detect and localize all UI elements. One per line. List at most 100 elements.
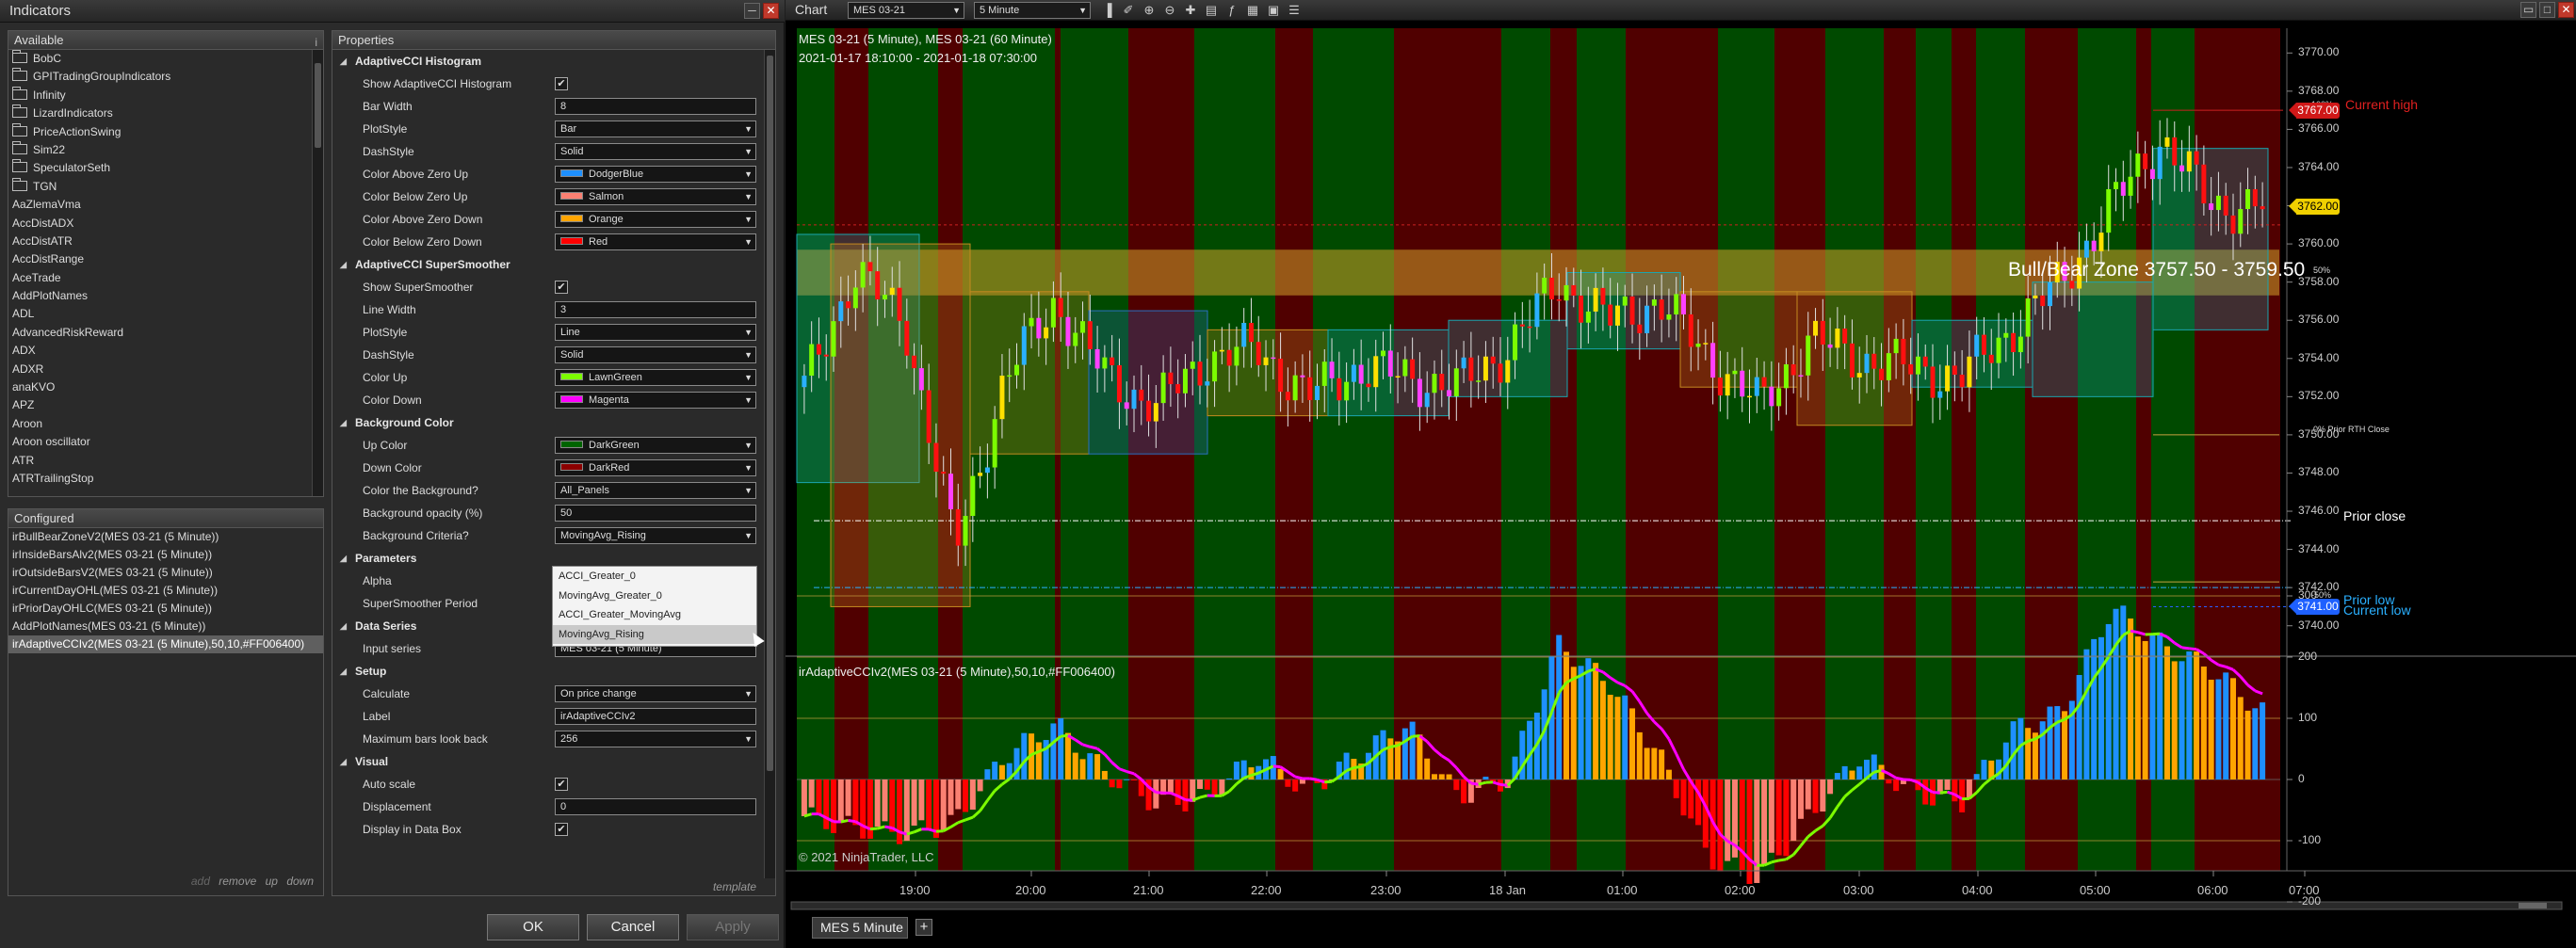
list-item[interactable]: AaZlemaVma bbox=[8, 196, 312, 214]
property-value[interactable]: DarkRed bbox=[555, 459, 756, 476]
ok-button[interactable]: OK bbox=[487, 914, 579, 940]
section-header[interactable]: AdaptiveCCI Histogram bbox=[332, 50, 764, 72]
section-header[interactable]: AdaptiveCCI SuperSmoother bbox=[332, 253, 764, 276]
chart-tab-mes-5-minute[interactable]: MES 5 Minute bbox=[812, 917, 908, 939]
crosshair-icon[interactable]: ✚ bbox=[1183, 3, 1198, 18]
list-item[interactable]: AdvancedRiskReward bbox=[8, 324, 312, 342]
property-value[interactable]: All_Panels bbox=[555, 482, 756, 499]
property-value[interactable]: Solid bbox=[555, 143, 756, 160]
property-value[interactable]: DodgerBlue bbox=[555, 166, 756, 183]
dropdown-option[interactable]: MovingAvg_Rising bbox=[553, 624, 756, 644]
interval-selector[interactable]: 5 Minute bbox=[974, 2, 1091, 19]
list-item[interactable]: ATR bbox=[8, 452, 312, 470]
properties-scrollbar[interactable] bbox=[764, 50, 775, 878]
maximize-icon[interactable]: □ bbox=[2539, 2, 2555, 18]
list-item[interactable]: GPITradingGroupIndicators bbox=[8, 68, 312, 86]
zoom-out-icon[interactable]: ⊖ bbox=[1162, 3, 1177, 18]
configured-item[interactable]: irBullBearZoneV2(MES 03-21 (5 Minute)) bbox=[8, 528, 323, 546]
configured-item[interactable]: AddPlotNames(MES 03-21 (5 Minute)) bbox=[8, 618, 323, 635]
list-item[interactable]: Infinity bbox=[8, 86, 312, 104]
list-item[interactable]: APZ bbox=[8, 396, 312, 414]
property-value[interactable]: Salmon bbox=[555, 188, 756, 205]
close-icon[interactable]: ✕ bbox=[763, 3, 779, 19]
scroll-thumb[interactable] bbox=[767, 56, 773, 771]
configured-item[interactable]: irAdaptiveCCIv2(MES 03-21 (5 Minute),50,… bbox=[8, 635, 323, 653]
dropdown-option[interactable]: MovingAvg_Greater_0 bbox=[553, 586, 756, 606]
instrument-selector[interactable]: MES 03-21 bbox=[848, 2, 964, 19]
indicators-icon[interactable]: ƒ bbox=[1224, 3, 1239, 18]
property-checkbox[interactable]: ✔ bbox=[555, 778, 568, 791]
chart-close-icon[interactable]: ✕ bbox=[2558, 2, 2574, 18]
add-tab-icon[interactable]: + bbox=[915, 919, 932, 936]
bars-icon[interactable]: ▐ bbox=[1100, 3, 1115, 18]
list-item[interactable]: ATRTrailingStop bbox=[8, 470, 312, 488]
list-item[interactable]: ADL bbox=[8, 305, 312, 323]
section-header[interactable]: Setup bbox=[332, 660, 764, 683]
zoom-in-icon[interactable]: ⊕ bbox=[1142, 3, 1157, 18]
list-item[interactable]: Aroon bbox=[8, 415, 312, 433]
list-item[interactable]: anaKVO bbox=[8, 378, 312, 396]
property-value[interactable]: On price change bbox=[555, 685, 756, 702]
property-value[interactable]: 256 bbox=[555, 731, 756, 747]
list-item[interactable]: ADX bbox=[8, 342, 312, 360]
list-item[interactable]: AceTrade bbox=[8, 269, 312, 287]
dropdown-option[interactable]: ACCI_Greater_MovingAvg bbox=[553, 605, 756, 625]
property-value[interactable]: Orange bbox=[555, 211, 756, 228]
property-checkbox[interactable]: ✔ bbox=[555, 77, 568, 90]
property-checkbox[interactable]: ✔ bbox=[555, 823, 568, 836]
apply-button[interactable]: Apply bbox=[687, 914, 779, 940]
list-item[interactable]: Aroon oscillator bbox=[8, 433, 312, 451]
property-value[interactable]: 8 bbox=[555, 98, 756, 115]
template-link[interactable]: template bbox=[713, 880, 756, 893]
property-value[interactable]: Bar bbox=[555, 121, 756, 137]
drawing-tool-icon[interactable]: ✐ bbox=[1121, 3, 1136, 18]
list-item[interactable]: SpeculatorSeth bbox=[8, 159, 312, 177]
list-item[interactable]: Sim22 bbox=[8, 140, 312, 159]
minimize-icon[interactable]: ─ bbox=[744, 3, 760, 19]
scroll-thumb[interactable] bbox=[315, 63, 321, 148]
restore-icon[interactable]: ▭ bbox=[2520, 2, 2536, 18]
add-link[interactable]: add bbox=[191, 875, 210, 888]
list-item[interactable]: PriceActionSwing bbox=[8, 122, 312, 141]
strategies-icon[interactable]: ▦ bbox=[1245, 3, 1260, 18]
list-item[interactable]: AccDistADX bbox=[8, 215, 312, 233]
section-header[interactable]: Background Color bbox=[332, 411, 764, 434]
property-value[interactable]: irAdaptiveCCIv2 bbox=[555, 708, 756, 725]
available-list[interactable]: BobC GPITradingGroupIndicators Infinity Liz… bbox=[8, 50, 312, 496]
property-value[interactable]: 0 bbox=[555, 798, 756, 815]
configured-item[interactable]: irPriorDayOHLC(MES 03-21 (5 Minute)) bbox=[8, 600, 323, 618]
dropdown-option[interactable]: ACCI_Greater_0 bbox=[553, 567, 756, 586]
configured-item[interactable]: irCurrentDayOHL(MES 03-21 (5 Minute)) bbox=[8, 582, 323, 600]
configured-list[interactable]: irBullBearZoneV2(MES 03-21 (5 Minute)) ir… bbox=[8, 528, 323, 653]
property-value[interactable]: Magenta bbox=[555, 392, 756, 409]
available-scrollbar[interactable] bbox=[312, 50, 323, 496]
remove-link[interactable]: remove bbox=[219, 875, 256, 888]
background-criteria-dropdown[interactable]: ACCI_Greater_0 MovingAvg_Greater_0 ACCI_Gr… bbox=[552, 566, 757, 647]
property-value[interactable]: MovingAvg_Rising bbox=[555, 527, 756, 544]
property-value[interactable]: 3 bbox=[555, 301, 756, 318]
section-header[interactable]: Visual bbox=[332, 750, 764, 773]
down-link[interactable]: down bbox=[286, 875, 314, 888]
property-value[interactable]: LawnGreen bbox=[555, 369, 756, 386]
property-checkbox[interactable]: ✔ bbox=[555, 281, 568, 294]
up-link[interactable]: up bbox=[266, 875, 278, 888]
cancel-button[interactable]: Cancel bbox=[587, 914, 679, 940]
list-item[interactable]: AddPlotNames bbox=[8, 287, 312, 305]
property-value[interactable]: 50 bbox=[555, 505, 756, 522]
property-value[interactable]: Solid bbox=[555, 346, 756, 363]
list-item[interactable]: AccDistATR bbox=[8, 233, 312, 250]
property-value[interactable]: Line bbox=[555, 324, 756, 341]
property-value[interactable]: Red bbox=[555, 233, 756, 250]
properties-icon[interactable]: ▤ bbox=[1204, 3, 1219, 18]
snapshot-icon[interactable]: ▣ bbox=[1266, 3, 1281, 18]
configured-item[interactable]: irOutsideBarsV2(MES 03-21 (5 Minute)) bbox=[8, 564, 323, 582]
list-item[interactable]: BobC bbox=[8, 50, 312, 68]
list-item[interactable]: ADXR bbox=[8, 361, 312, 378]
property-value[interactable]: DarkGreen bbox=[555, 437, 756, 454]
list-item[interactable]: LizardIndicators bbox=[8, 104, 312, 122]
info-icon[interactable]: i bbox=[315, 33, 317, 52]
configured-item[interactable]: irInsideBarsAlv2(MES 03-21 (5 Minute)) bbox=[8, 546, 323, 564]
list-item[interactable]: AccDistRange bbox=[8, 250, 312, 268]
menu-list-icon[interactable]: ☰ bbox=[1287, 3, 1302, 18]
list-item[interactable]: TGN bbox=[8, 177, 312, 196]
